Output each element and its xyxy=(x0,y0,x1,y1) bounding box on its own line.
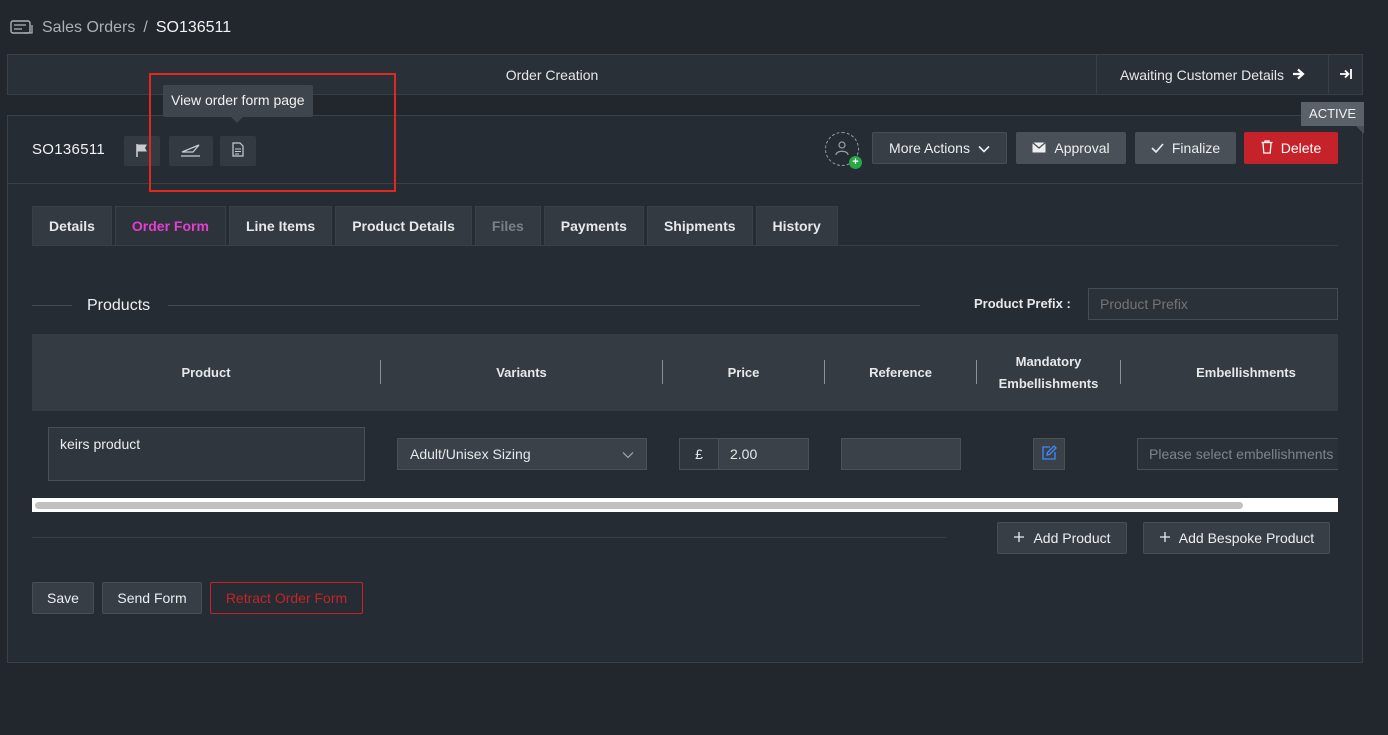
order-id: SO136511 xyxy=(32,141,106,158)
chevron-down-icon xyxy=(622,446,634,462)
tab-payments[interactable]: Payments xyxy=(543,206,644,246)
section-divider-left xyxy=(32,305,72,306)
currency-symbol: £ xyxy=(679,438,719,470)
tab-line-items[interactable]: Line Items xyxy=(228,206,333,246)
variant-select[interactable]: Adult/Unisex Sizing xyxy=(397,438,647,470)
arrow-right-icon xyxy=(1292,67,1305,83)
retract-order-form-button[interactable]: Retract Order Form xyxy=(210,582,363,614)
section-divider-right xyxy=(168,305,920,306)
tab-bar: Details Order Form Line Items Product De… xyxy=(32,206,838,246)
assign-user-button[interactable]: + xyxy=(825,132,862,169)
tab-product-details[interactable]: Product Details xyxy=(335,206,472,246)
send-form-button[interactable]: Send Form xyxy=(102,582,202,614)
column-header-embellishments: Embellishments xyxy=(1196,364,1296,380)
finalize-button[interactable]: Finalize xyxy=(1135,132,1236,164)
status-badge: ACTIVE xyxy=(1301,102,1364,134)
tab-shipments[interactable]: Shipments xyxy=(646,206,753,246)
product-name-field[interactable]: keirs product xyxy=(48,427,365,481)
collapse-panel-button[interactable] xyxy=(1328,55,1362,94)
check-icon xyxy=(1151,140,1164,156)
edit-mandatory-embellishments-button[interactable] xyxy=(1033,438,1065,470)
sales-orders-icon xyxy=(10,19,34,37)
add-product-label: Add Product xyxy=(1033,530,1111,546)
finalize-label: Finalize xyxy=(1171,140,1221,156)
tab-order-form[interactable]: Order Form xyxy=(114,206,226,246)
products-table-header: Product Variants Price Reference Mandato… xyxy=(32,334,1338,411)
approval-label: Approval xyxy=(1054,140,1110,156)
next-stage-label: Awaiting Customer Details xyxy=(1120,66,1284,83)
edit-icon xyxy=(1041,444,1057,464)
save-button[interactable]: Save xyxy=(32,582,94,614)
chevron-down-icon xyxy=(978,140,990,156)
next-stage-button[interactable]: Awaiting Customer Details xyxy=(1096,55,1328,94)
trash-icon xyxy=(1261,139,1273,157)
variant-select-value: Adult/Unisex Sizing xyxy=(410,446,531,462)
tab-history[interactable]: History xyxy=(755,206,838,246)
add-icon: + xyxy=(849,156,862,169)
horizontal-scrollbar-thumb[interactable] xyxy=(35,502,1243,509)
add-bespoke-product-label: Add Bespoke Product xyxy=(1178,530,1315,546)
more-actions-button[interactable]: More Actions xyxy=(872,132,1007,164)
more-actions-label: More Actions xyxy=(889,140,970,156)
reference-input[interactable] xyxy=(841,438,961,470)
arrow-to-line-icon xyxy=(1339,67,1353,83)
delete-button[interactable]: Delete xyxy=(1244,132,1338,164)
plus-icon xyxy=(1013,530,1025,546)
envelope-icon xyxy=(1032,140,1047,156)
product-prefix-label: Product Prefix : xyxy=(974,296,1071,311)
user-icon xyxy=(834,140,850,159)
price-input-group: £ 2.00 xyxy=(679,438,809,470)
column-header-variants: Variants xyxy=(496,364,547,380)
breadcrumb-sales-orders[interactable]: Sales Orders xyxy=(42,19,135,37)
column-header-price: Price xyxy=(727,364,760,380)
tab-divider xyxy=(32,245,1338,246)
column-header-product: Product xyxy=(181,364,231,380)
breadcrumb-separator: / xyxy=(143,19,148,36)
breadcrumb-current: SO136511 xyxy=(155,19,232,36)
highlight-box xyxy=(149,73,396,192)
approval-button[interactable]: Approval xyxy=(1016,132,1126,164)
flag-icon xyxy=(135,143,149,160)
table-footer-divider xyxy=(32,537,946,538)
products-section-title: Products xyxy=(87,297,151,314)
add-bespoke-product-button[interactable]: Add Bespoke Product xyxy=(1143,522,1330,554)
plus-icon xyxy=(1159,530,1171,546)
tab-details[interactable]: Details xyxy=(32,206,112,246)
embellishments-select[interactable]: Please select embellishments xyxy=(1137,438,1338,470)
product-prefix-input[interactable] xyxy=(1088,288,1338,320)
breadcrumb: Sales Orders / SO136511 xyxy=(10,16,231,40)
delete-label: Delete xyxy=(1280,140,1322,156)
price-input[interactable]: 2.00 xyxy=(719,438,809,470)
column-header-mandatory-embellishments: Mandatory Embellishments xyxy=(998,353,1099,391)
tab-files: Files xyxy=(474,206,541,246)
add-product-button[interactable]: Add Product xyxy=(997,522,1127,554)
column-header-reference: Reference xyxy=(869,364,932,380)
